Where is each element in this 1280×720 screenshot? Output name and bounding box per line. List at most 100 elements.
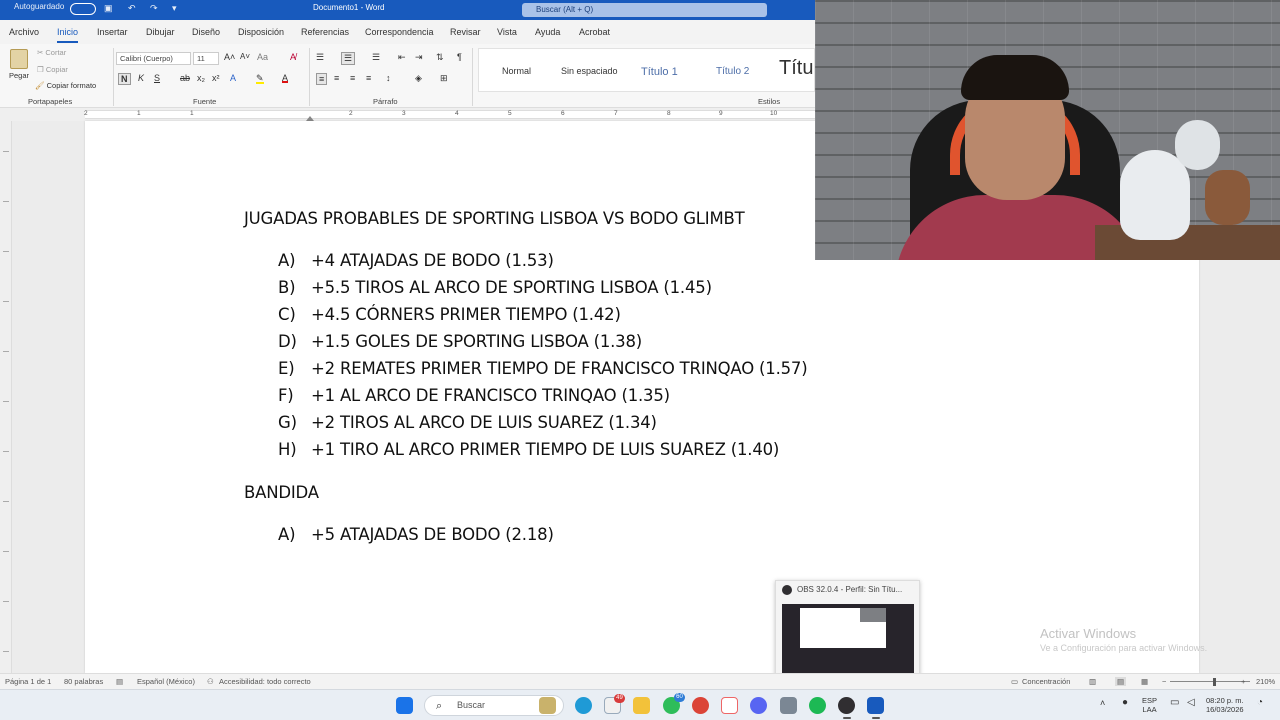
word-taskbar-icon[interactable]	[867, 697, 884, 714]
file-explorer-icon[interactable]	[633, 697, 650, 714]
cut-button[interactable]: ✂ Cortar	[37, 48, 66, 57]
telegram-icon[interactable]: 49	[604, 694, 625, 714]
list-item-marker[interactable]: G)	[278, 413, 297, 432]
align-right-icon[interactable]: ≡	[350, 73, 355, 83]
style-heading-1[interactable]: Título 1	[641, 66, 678, 78]
list-item-marker[interactable]: D)	[278, 332, 297, 351]
bold-button[interactable]: N	[118, 73, 131, 85]
tab-vista[interactable]: Vista	[497, 27, 517, 37]
text-editor-icon[interactable]	[721, 697, 738, 714]
change-case-icon[interactable]: Aa	[257, 52, 268, 62]
chrome-icon[interactable]	[692, 697, 709, 714]
list-item[interactable]: +2 TIROS AL ARCO DE LUIS SUAREZ (1.34)	[311, 413, 657, 432]
undo-icon[interactable]: ↶	[128, 3, 136, 14]
text-effects-icon[interactable]: A	[230, 73, 236, 83]
page-count[interactable]: Página 1 de 1	[5, 677, 51, 686]
style-title[interactable]: Títu	[779, 57, 813, 80]
copy-button[interactable]: ❐ Copiar	[37, 65, 68, 74]
numbering-icon[interactable]: ☰	[341, 52, 356, 65]
input-language[interactable]: ESP LAA	[1142, 696, 1157, 714]
list-item[interactable]: +1.5 GOLES DE SPORTING LISBOA (1.38)	[311, 332, 642, 351]
grow-font-icon[interactable]: A˄	[224, 52, 235, 62]
list-item-marker[interactable]: F)	[278, 386, 294, 405]
zoom-level[interactable]: 210%	[1256, 677, 1275, 686]
multilevel-list-icon[interactable]: ☰	[372, 52, 380, 63]
decrease-indent-icon[interactable]: ⇤	[398, 52, 406, 63]
clock[interactable]: 08:20 p. m. 16/03/2026	[1206, 696, 1244, 714]
format-painter-button[interactable]: 🖌 Copiar formato	[35, 81, 96, 90]
tray-overflow-icon[interactable]: ˄	[1100, 699, 1105, 708]
list-item-marker[interactable]: H)	[278, 440, 297, 459]
tab-revisar[interactable]: Revisar	[450, 27, 481, 37]
proofing-icon[interactable]: ▤	[116, 677, 123, 686]
zoom-slider-thumb[interactable]	[1213, 678, 1216, 686]
network-icon[interactable]: ▭	[1170, 698, 1179, 708]
autosave-toggle[interactable]	[70, 3, 96, 15]
borders-icon[interactable]: ⊞	[440, 73, 448, 84]
list-item[interactable]: +2 REMATES PRIMER TIEMPO DE FRANCISCO TR…	[311, 359, 808, 378]
tab-insertar[interactable]: Insertar	[97, 27, 128, 37]
microphone-icon[interactable]: ●	[1122, 698, 1128, 708]
highlight-icon[interactable]: ✎	[256, 73, 264, 84]
widget-icon[interactable]	[539, 697, 556, 714]
zoom-in-icon[interactable]: +	[1241, 677, 1245, 686]
paste-button[interactable]: Pegar	[9, 71, 29, 80]
zoom-out-icon[interactable]: −	[1162, 677, 1166, 686]
list-item[interactable]: +5.5 TIROS AL ARCO DE SPORTING LISBOA (1…	[311, 278, 712, 297]
list-item[interactable]: +1 AL ARCO DE FRANCISCO TRINQAO (1.35)	[311, 386, 670, 405]
style-heading-2[interactable]: Título 2	[716, 66, 749, 77]
style-normal[interactable]: Normal	[502, 66, 531, 76]
list-item[interactable]: +1 TIRO AL ARCO PRIMER TIEMPO DE LUIS SU…	[311, 440, 779, 459]
underline-button[interactable]: S	[154, 73, 160, 83]
sort-icon[interactable]: ⇅	[436, 52, 444, 63]
accessibility-icon[interactable]: ⚇	[207, 677, 214, 686]
tab-disposicion[interactable]: Disposición	[238, 27, 284, 37]
list-item-marker[interactable]: E)	[278, 359, 295, 378]
document-heading[interactable]: JUGADAS PROBABLES DE SPORTING LISBOA VS …	[244, 209, 745, 228]
tab-acrobat[interactable]: Acrobat	[579, 27, 610, 37]
web-layout-icon[interactable]: ▦	[1141, 677, 1148, 686]
tab-referencias[interactable]: Referencias	[301, 27, 349, 37]
discord-icon[interactable]	[750, 697, 767, 714]
shrink-font-icon[interactable]: A˅	[240, 52, 250, 61]
obs-taskbar-icon[interactable]	[838, 697, 855, 714]
tab-diseno[interactable]: Diseño	[192, 27, 220, 37]
focus-mode-button[interactable]: Concentración	[1022, 677, 1070, 686]
font-size-select[interactable]: 11	[193, 52, 219, 65]
style-no-spacing[interactable]: Sin espaciado	[561, 66, 618, 76]
tab-ayuda[interactable]: Ayuda	[535, 27, 560, 37]
redo-icon[interactable]: ↷	[150, 3, 158, 14]
zoom-slider[interactable]	[1170, 681, 1250, 682]
print-layout-icon[interactable]: ▤	[1115, 677, 1127, 686]
align-left-icon[interactable]: ≡	[316, 73, 328, 85]
notifications-icon[interactable]: ◔	[1257, 698, 1263, 708]
shading-icon[interactable]: ◈	[415, 73, 422, 84]
language-indicator[interactable]: Español (México)	[137, 677, 195, 686]
increase-indent-icon[interactable]: ⇥	[415, 52, 423, 63]
tab-dibujar[interactable]: Dibujar	[146, 27, 175, 37]
obs-preview-thumbnail[interactable]	[782, 604, 914, 674]
list-item-marker[interactable]: A)	[278, 525, 296, 544]
obs-window-preview[interactable]: OBS 32.0.4 - Perfil: Sin Títu...	[775, 580, 920, 678]
font-color-icon[interactable]: A	[282, 73, 289, 83]
windows-start-icon[interactable]	[396, 697, 413, 714]
italic-button[interactable]: K	[138, 73, 144, 83]
horizontal-ruler[interactable]: 2 1 1 2 3 4 5 6 7 8 9 10	[0, 108, 815, 121]
list-item[interactable]: +5 ATAJADAS DE BODO (2.18)	[311, 525, 554, 544]
tab-correspondencia[interactable]: Correspondencia	[365, 27, 434, 37]
strikethrough-button[interactable]: ab	[180, 73, 190, 83]
tab-inicio[interactable]: Inicio	[57, 27, 79, 43]
volume-icon[interactable]: ◁	[1187, 698, 1195, 708]
clear-format-icon[interactable]: A̸	[290, 52, 296, 62]
list-item[interactable]: +4.5 CÓRNERS PRIMER TIEMPO (1.42)	[311, 305, 621, 324]
search-box[interactable]: Buscar (Alt + Q)	[522, 3, 767, 17]
superscript-button[interactable]: x²	[212, 73, 220, 83]
read-mode-icon[interactable]: ▥	[1089, 677, 1096, 686]
list-item-marker[interactable]: C)	[278, 305, 296, 324]
edge-icon[interactable]	[575, 697, 592, 714]
save-icon[interactable]: ▣	[104, 3, 113, 14]
list-item-marker[interactable]: B)	[278, 278, 296, 297]
accessibility-status[interactable]: Accesibilidad: todo correcto	[219, 677, 311, 686]
justify-icon[interactable]: ≡	[366, 73, 371, 83]
spotify-icon[interactable]	[809, 697, 826, 714]
